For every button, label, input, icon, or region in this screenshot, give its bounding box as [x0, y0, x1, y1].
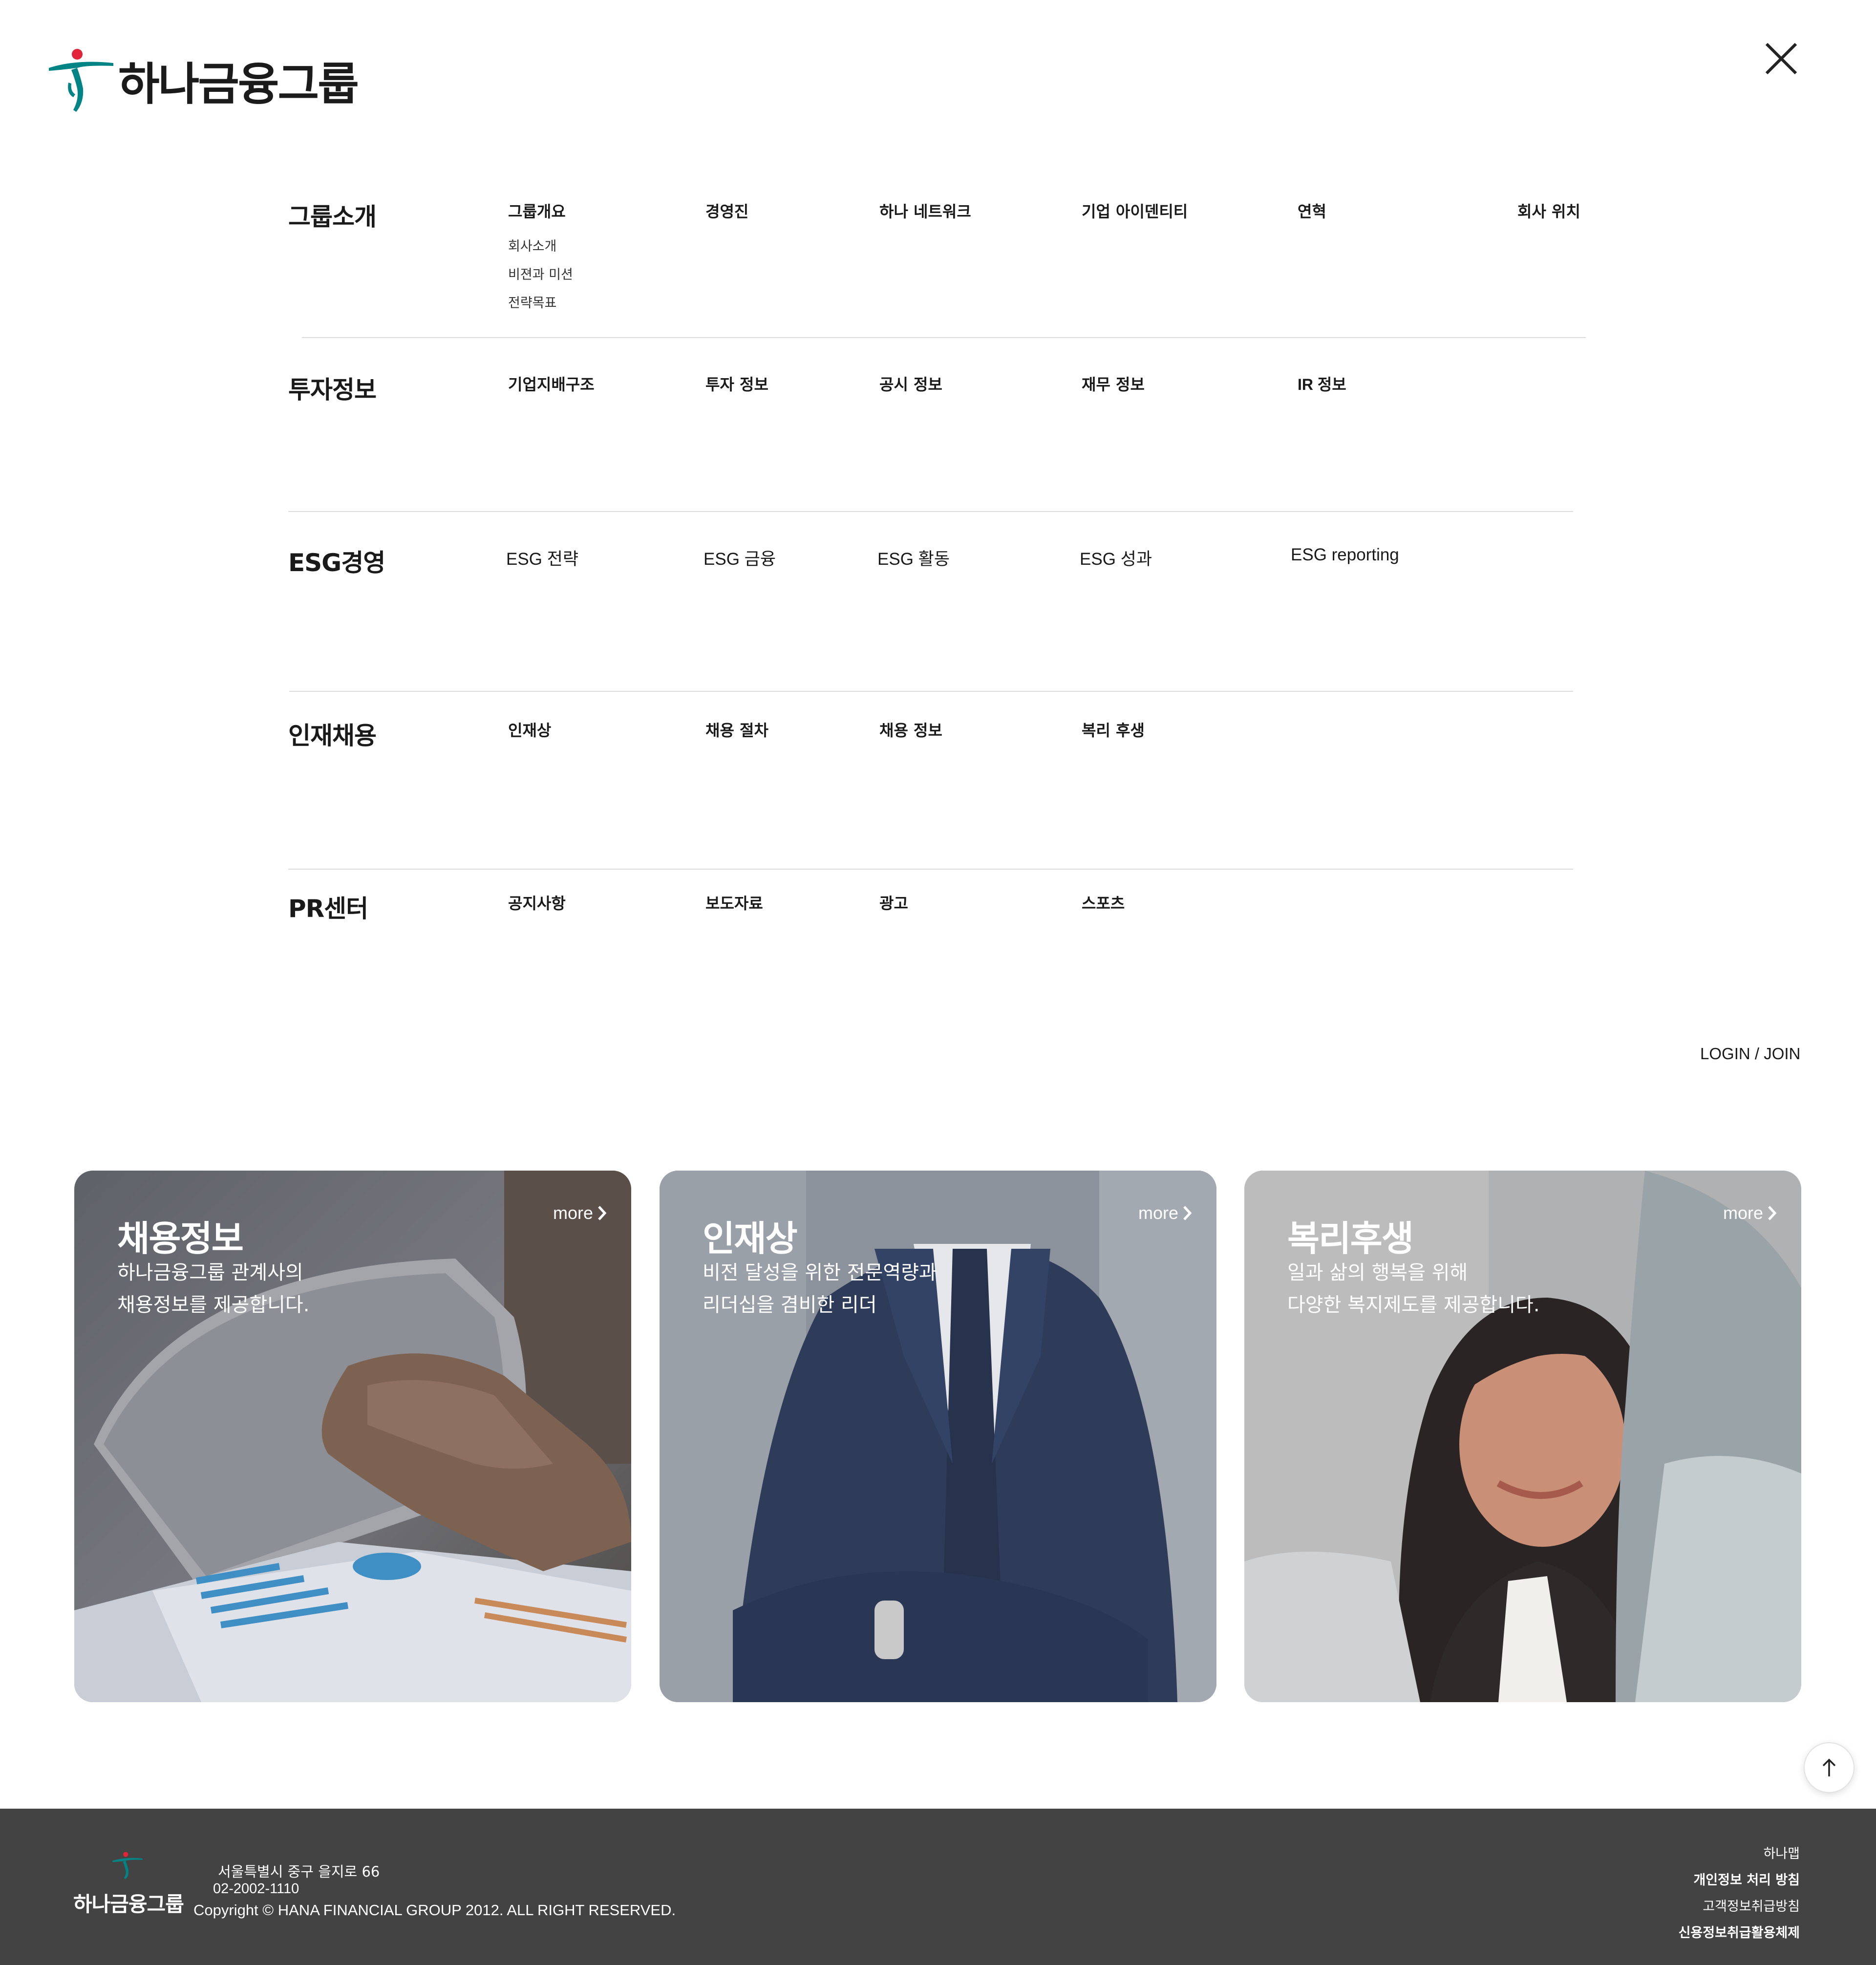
hana-logo-icon	[112, 1852, 143, 1879]
submenu-item[interactable]: 회사소개	[508, 233, 573, 261]
submenu-list: 회사소개 비젼과 미션 전략목표	[508, 233, 573, 318]
hana-logo-icon	[49, 49, 113, 112]
more-link[interactable]: more	[1723, 1203, 1777, 1223]
menu-item[interactable]: 기업지배구조	[508, 372, 595, 395]
footer-link-customer-info-policy[interactable]: 고객정보취급방침	[1679, 1894, 1800, 1920]
divider	[288, 869, 1573, 870]
menu-item[interactable]: 회사 위치	[1517, 199, 1580, 222]
footer-copyright: Copyright © HANA FINANCIAL GROUP 2012. A…	[193, 1901, 676, 1919]
chevron-right-icon	[1183, 1206, 1192, 1220]
menu-item[interactable]: ESG 성과	[1080, 545, 1152, 570]
menu-item[interactable]: IR 정보	[1298, 372, 1346, 395]
scroll-top-button[interactable]	[1804, 1742, 1855, 1793]
footer-phone: 02-2002-1110	[213, 1881, 299, 1897]
divider	[302, 337, 1586, 338]
menu-item[interactable]: 스포츠	[1082, 891, 1125, 914]
section-title[interactable]: PR센터	[288, 889, 368, 924]
menu-item[interactable]: 경영진	[705, 199, 748, 222]
divider	[289, 691, 1573, 692]
footer-links: 하나맵 개인정보 처리 방침 고객정보취급방침 신용정보취급활용체제	[1679, 1841, 1800, 1946]
section-title[interactable]: 인재채용	[288, 716, 377, 751]
divider	[288, 511, 1573, 512]
menu-item[interactable]: ESG 전략	[506, 545, 578, 570]
close-button[interactable]	[1762, 39, 1801, 78]
more-label: more	[1723, 1203, 1763, 1223]
logo-text: 하나금융그룹	[118, 58, 359, 110]
menu-item[interactable]: 연혁	[1298, 199, 1326, 222]
card-recruit-info[interactable]: 채용정보 하나금융그룹 관계사의 채용정보를 제공합니다. more	[74, 1171, 631, 1702]
menu-item[interactable]: 채용 정보	[879, 718, 942, 741]
footer: 하나금융그룹 서울특별시 중구 을지로 66 02-2002-1110 Copy…	[0, 1809, 1876, 1965]
submenu-item[interactable]: 전략목표	[508, 289, 573, 318]
login-join-link[interactable]: LOGIN / JOIN	[1700, 1045, 1800, 1063]
card-description: 비전 달성을 위한 전문역량과 리더십을 겸비한 리더	[703, 1261, 937, 1316]
card-title: 채용정보	[117, 1218, 244, 1259]
footer-address: 서울특별시 중구 을지로 66	[218, 1863, 380, 1880]
menu-item[interactable]: 인재상	[508, 718, 551, 741]
footer-logo-text: 하나금융그룹	[73, 1892, 184, 1916]
menu-item[interactable]: ESG 금융	[704, 545, 776, 570]
hana-logo[interactable]: 하나금융그룹	[47, 46, 359, 114]
card-talent[interactable]: 인재상 비전 달성을 위한 전문역량과 리더십을 겸비한 리더 more	[660, 1171, 1216, 1702]
footer-link-hanamap[interactable]: 하나맵	[1679, 1841, 1800, 1867]
menu-item[interactable]: 기업 아이덴티티	[1082, 199, 1188, 222]
menu-item[interactable]: ESG 활동	[877, 545, 950, 570]
menu-item[interactable]: 보도자료	[705, 891, 763, 914]
card-description: 하나금융그룹 관계사의 채용정보를 제공합니다.	[117, 1261, 310, 1316]
card-description: 일과 삶의 행복을 위해 다양한 복지제도를 제공합니다.	[1287, 1261, 1540, 1316]
section-title[interactable]: ESG경영	[288, 543, 385, 578]
section-title[interactable]: 투자정보	[288, 370, 377, 406]
menu-section-group-intro: 그룹소개 그룹개요 경영진 하나 네트워크 기업 아이덴티티 연혁 회사 위치 …	[288, 197, 1588, 334]
menu-item[interactable]: 채용 절차	[705, 718, 768, 741]
menu-item[interactable]: ESG reporting	[1291, 545, 1399, 565]
menu-item[interactable]: 투자 정보	[705, 372, 768, 395]
card-welfare[interactable]: 복리후생 일과 삶의 행복을 위해 다양한 복지제도를 제공합니다. more	[1244, 1171, 1801, 1702]
chevron-right-icon	[598, 1206, 607, 1220]
chevron-right-icon	[1768, 1206, 1777, 1220]
menu-item[interactable]: 광고	[879, 891, 908, 914]
menu-item[interactable]: 재무 정보	[1082, 372, 1145, 395]
menu-item[interactable]: 복리 후생	[1082, 718, 1145, 741]
more-link[interactable]: more	[1138, 1203, 1192, 1223]
close-icon	[1765, 43, 1797, 75]
menu-section-recruit: 인재채용 인재상 채용 절차 채용 정보 복리 후생	[288, 716, 1588, 814]
menu-item[interactable]: 공시 정보	[879, 372, 942, 395]
card-title: 인재상	[703, 1218, 798, 1259]
menu-item[interactable]: 공지사항	[508, 891, 566, 914]
menu-section-esg: ESG경영 ESG 전략 ESG 금융 ESG 활동 ESG 성과 ESG re…	[288, 543, 1588, 641]
menu-section-investment: 투자정보 기업지배구조 투자 정보 공시 정보 재무 정보 IR 정보	[288, 370, 1588, 468]
more-label: more	[553, 1203, 593, 1223]
menu-section-pr: PR센터 공지사항 보도자료 광고 스포츠	[288, 889, 1588, 987]
footer-link-privacy-policy[interactable]: 개인정보 처리 방침	[1679, 1867, 1800, 1894]
section-title[interactable]: 그룹소개	[288, 197, 377, 233]
menu-item[interactable]: 그룹개요	[508, 199, 566, 222]
menu-item[interactable]: 하나 네트워크	[879, 199, 971, 222]
more-label: more	[1138, 1203, 1178, 1223]
arrow-up-icon	[1822, 1758, 1836, 1776]
submenu-item[interactable]: 비젼과 미션	[508, 261, 573, 289]
card-title: 복리후생	[1287, 1218, 1414, 1259]
footer-link-credit-info-system[interactable]: 신용정보취급활용체제	[1679, 1920, 1800, 1946]
more-link[interactable]: more	[553, 1203, 607, 1223]
